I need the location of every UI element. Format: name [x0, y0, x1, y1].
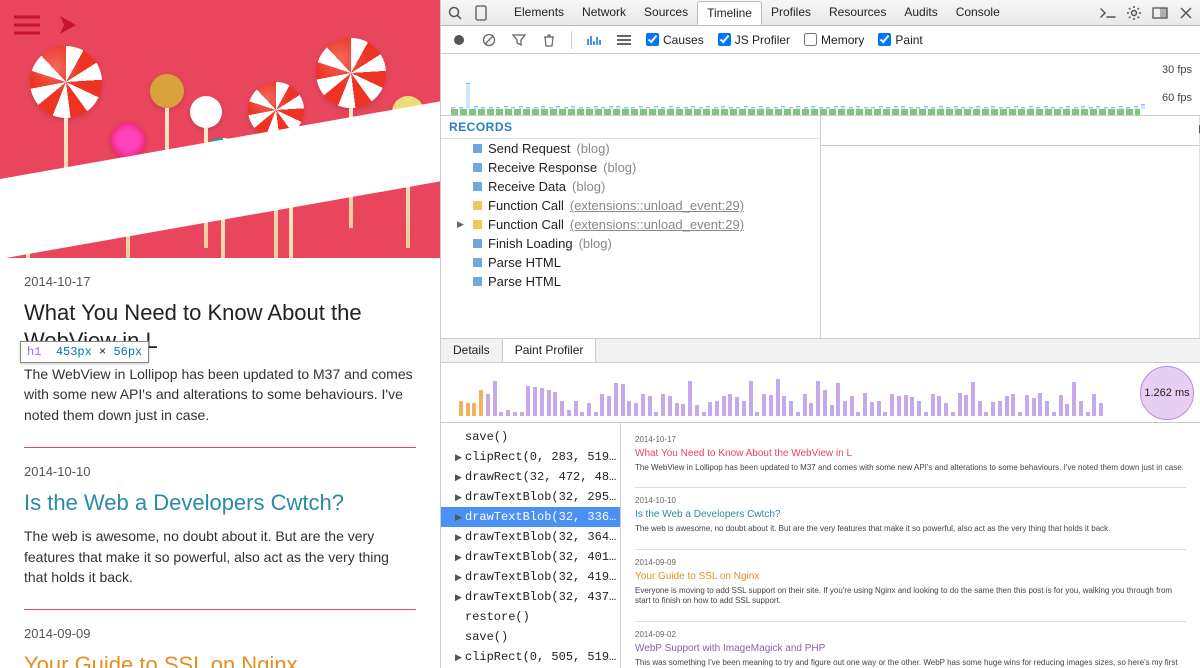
fps-label-60: 60 fps — [1162, 92, 1192, 104]
records-list[interactable]: Send Request (blog)Receive Response (blo… — [441, 139, 820, 338]
drawer-tab-paint-profiler[interactable]: Paint Profiler — [503, 339, 597, 362]
record-row[interactable]: Finish Loading (blog) — [441, 234, 820, 253]
devtools: ElementsNetworkSourcesTimelineProfilesRe… — [440, 0, 1200, 668]
timeline-toolbar: Causes JS Profiler Memory Paint — [441, 26, 1200, 54]
post-date: 2014-10-10 — [24, 464, 416, 479]
causes-checkbox[interactable]: Causes — [646, 33, 704, 47]
timeline-body: RECORDS Send Request (blog)Receive Respo… — [441, 116, 1200, 338]
drawer: Details Paint Profiler 1.262 ms save()▶c… — [441, 338, 1200, 668]
paint-command[interactable]: ▶clipRect(0, 505, 519… — [441, 647, 620, 667]
jsprofiler-checkbox[interactable]: JS Profiler — [718, 33, 790, 47]
post-date: 2014-10-17 — [24, 274, 416, 289]
post-title[interactable]: Your Guide to SSL on Nginx — [24, 651, 416, 668]
inspect-icon[interactable] — [447, 5, 463, 21]
garbage-icon[interactable] — [541, 32, 557, 48]
inspected-page: 2014-10-17 What You Need to Know About t… — [0, 0, 440, 668]
records-header: RECORDS — [441, 116, 820, 139]
paint-command[interactable]: ▶drawTextBlob(32, 295… — [441, 487, 620, 507]
panel-tab-console[interactable]: Console — [947, 1, 1009, 24]
paint-time-badge: 1.262 ms — [1140, 366, 1194, 420]
panel-tab-profiles[interactable]: Profiles — [762, 1, 820, 24]
paint-profiler-chart[interactable]: 1.262 ms — [441, 363, 1200, 423]
devtools-panel-tabs: ElementsNetworkSourcesTimelineProfilesRe… — [505, 1, 1009, 24]
menu-icon[interactable] — [14, 15, 40, 35]
paint-command[interactable]: ▶drawTextBlob(32, 419… — [441, 567, 620, 587]
paint-command-list[interactable]: save()▶clipRect(0, 283, 519…▶drawRect(32… — [441, 423, 621, 668]
drawer-toggle-icon[interactable] — [1100, 5, 1116, 21]
paint-preview: 2014-10-17What You Need to Know About th… — [621, 423, 1200, 668]
panel-tab-elements[interactable]: Elements — [505, 1, 573, 24]
paint-command[interactable]: ▶drawRect(32, 472, 48… — [441, 467, 620, 487]
record-row[interactable]: Send Request (blog) — [441, 139, 820, 158]
clear-icon[interactable] — [481, 32, 497, 48]
post: 2014-10-10 Is the Web a Developers Cwtch… — [24, 448, 416, 610]
paint-command[interactable]: ▶drawTextBlob(32, 364… — [441, 527, 620, 547]
panel-tab-sources[interactable]: Sources — [635, 1, 697, 24]
drawer-tab-details[interactable]: Details — [441, 339, 503, 362]
settings-gear-icon[interactable] — [1126, 5, 1142, 21]
paint-command[interactable]: ▶drawTextBlob(32, 336… — [441, 507, 620, 527]
paint-command[interactable]: ▶drawTextBlob(32, 437… — [441, 587, 620, 607]
post-body: The web is awesome, no doubt about it. B… — [24, 526, 416, 587]
post: 2014-09-09 Your Guide to SSL on Nginx Ev… — [24, 610, 416, 668]
paint-command[interactable]: save() — [441, 627, 620, 647]
post-list: 2014-10-17 What You Need to Know About t… — [0, 258, 440, 668]
element-dimensions-tooltip: h1 453px × 56px — [20, 341, 149, 363]
paint-checkbox[interactable]: Paint — [878, 33, 922, 47]
panel-tab-network[interactable]: Network — [573, 1, 635, 24]
post-title[interactable]: Is the Web a Developers Cwtch? — [24, 489, 416, 517]
panel-tab-resources[interactable]: Resources — [820, 1, 895, 24]
panel-tab-timeline[interactable]: Timeline — [697, 1, 762, 25]
filter-icon[interactable] — [511, 32, 527, 48]
view-bars-icon[interactable] — [586, 32, 602, 48]
device-icon[interactable] — [473, 5, 489, 21]
close-icon[interactable] — [1178, 5, 1194, 21]
paint-command[interactable]: restore() — [441, 607, 620, 627]
post-date: 2014-09-09 — [24, 626, 416, 641]
paint-command[interactable]: ▶drawTextBlob(32, 401… — [441, 547, 620, 567]
panel-tab-audits[interactable]: Audits — [895, 1, 946, 24]
record-row[interactable]: ▶Function Call (extensions::unload_event… — [441, 215, 820, 234]
fps-chart[interactable]: 30 fps 60 fps — [441, 54, 1200, 116]
record-row[interactable]: Receive Response (blog) — [441, 158, 820, 177]
paint-command[interactable]: save() — [441, 427, 620, 447]
fps-label-30: 30 fps — [1162, 64, 1192, 76]
dock-icon[interactable] — [1152, 5, 1168, 21]
record-row[interactable]: Receive Data (blog) — [441, 177, 820, 196]
post-body: The WebView in Lollipop has been updated… — [24, 364, 416, 425]
memory-checkbox[interactable]: Memory — [804, 33, 864, 47]
flamechart[interactable]: ▶▌ — [821, 116, 1200, 338]
drawer-tabs: Details Paint Profiler — [441, 339, 1200, 363]
record-row[interactable]: Function Call (extensions::unload_event:… — [441, 196, 820, 215]
view-flame-icon[interactable] — [616, 32, 632, 48]
record-icon[interactable] — [451, 32, 467, 48]
devtools-main-bar: ElementsNetworkSourcesTimelineProfilesRe… — [441, 0, 1200, 26]
location-icon[interactable] — [58, 14, 78, 36]
record-row[interactable]: Parse HTML — [441, 253, 820, 272]
paint-command[interactable]: ▶clipRect(0, 283, 519… — [441, 447, 620, 467]
hero — [0, 0, 440, 258]
record-row[interactable]: Parse HTML — [441, 272, 820, 291]
